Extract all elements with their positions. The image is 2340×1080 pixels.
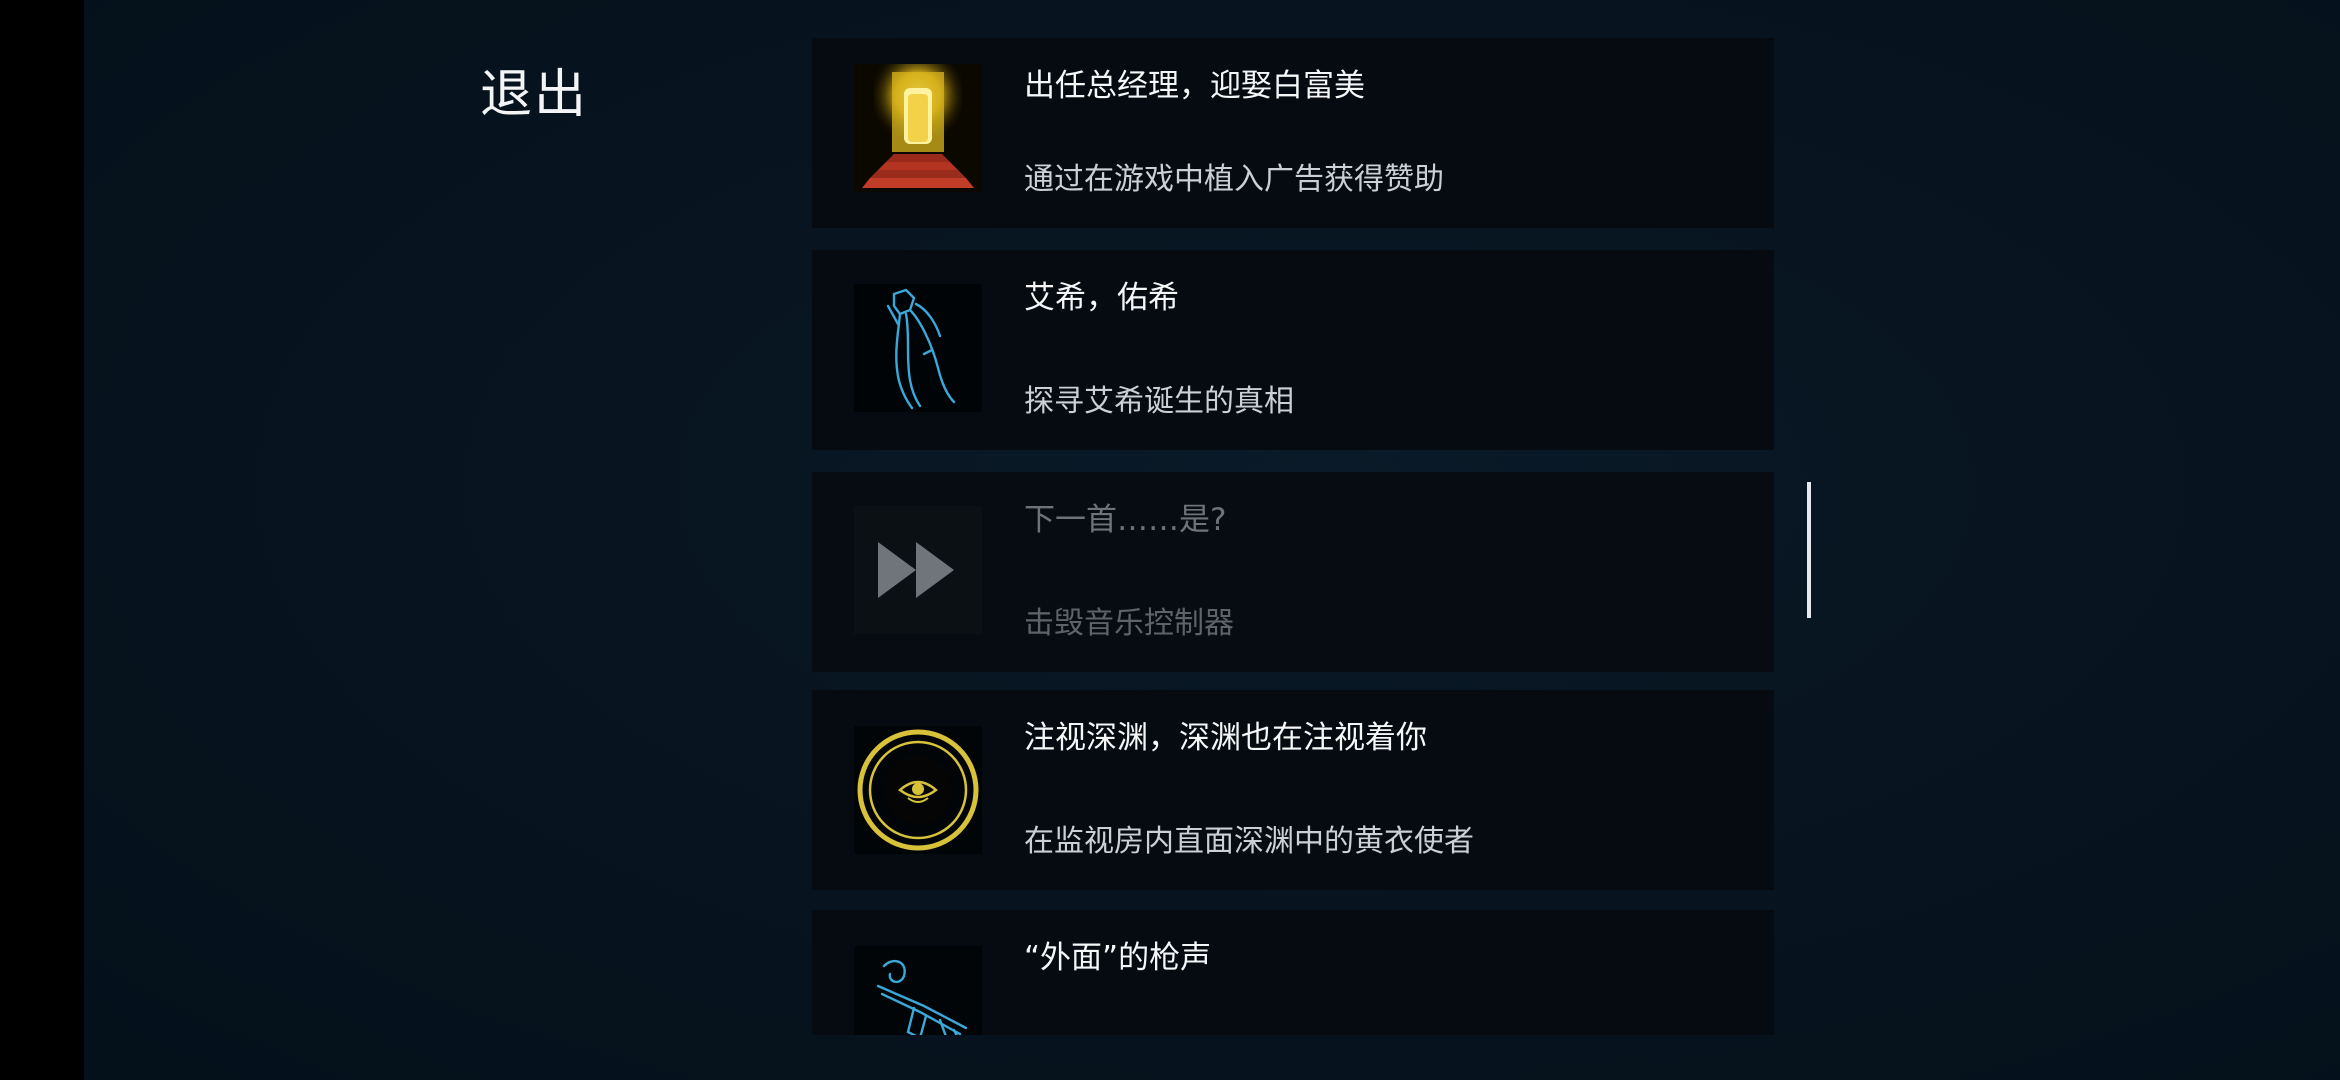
achievement-card[interactable]: “外面”的枪声	[812, 910, 1774, 1035]
fast-forward-icon	[854, 506, 982, 634]
golden-stairway-icon	[854, 64, 982, 192]
achievement-title: “外面”的枪声	[1024, 940, 1212, 976]
achievements-screen: 退出 出任总经理，迎娶白富美 通过在游戏中植入广告获得赞助 艾希，佑希 探寻艾希…	[84, 0, 2340, 1080]
achievement-title: 注视深渊，深渊也在注视着你	[1024, 720, 1427, 756]
achievement-description: 击毁音乐控制器	[1024, 606, 1234, 641]
achievement-description: 通过在游戏中植入广告获得赞助	[1024, 162, 1444, 197]
achievement-list[interactable]: 出任总经理，迎娶白富美 通过在游戏中植入广告获得赞助 艾希，佑希 探寻艾希诞生的…	[729, 0, 1779, 1035]
screen: 退出 出任总经理，迎娶白富美 通过在游戏中植入广告获得赞助 艾希，佑希 探寻艾希…	[0, 0, 2340, 1080]
achievement-description: 探寻艾希诞生的真相	[1024, 384, 1294, 419]
blue-gun-icon	[854, 946, 982, 1035]
achievement-card-locked[interactable]: 下一首……是? 击毁音乐控制器	[812, 472, 1774, 672]
scrollbar-thumb[interactable]	[1807, 482, 1811, 618]
blue-scythe-icon	[854, 284, 982, 412]
achievement-title: 出任总经理，迎娶白富美	[1024, 68, 1365, 104]
eye-circle-icon	[854, 726, 982, 854]
exit-button[interactable]: 退出	[480, 52, 588, 127]
achievement-card[interactable]: 艾希，佑希 探寻艾希诞生的真相	[812, 250, 1774, 450]
achievement-title: 下一首……是?	[1024, 502, 1227, 538]
achievement-card[interactable]: 注视深渊，深渊也在注视着你 在监视房内直面深渊中的黄衣使者	[812, 690, 1774, 890]
achievement-title: 艾希，佑希	[1024, 280, 1179, 316]
achievement-card[interactable]: 出任总经理，迎娶白富美 通过在游戏中植入广告获得赞助	[812, 38, 1774, 228]
achievement-description: 在监视房内直面深渊中的黄衣使者	[1024, 824, 1474, 859]
